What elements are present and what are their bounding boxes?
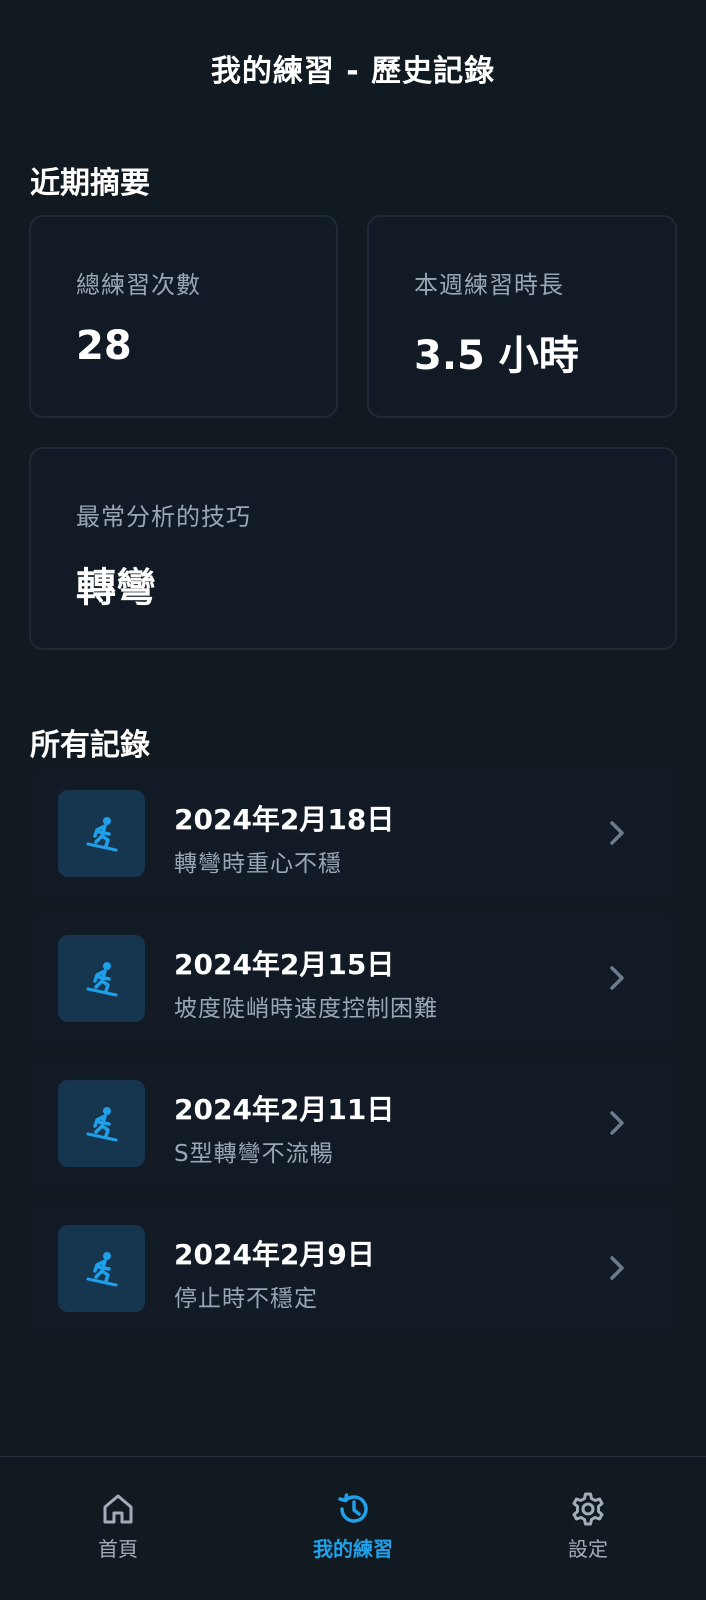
top-skill-card: 最常分析的技巧 轉彎 (29, 447, 677, 650)
chevron-right-icon (610, 1111, 624, 1135)
records-section-title: 所有記錄 (30, 728, 150, 763)
history-icon (338, 1493, 368, 1523)
chevron-right-icon (610, 1256, 624, 1280)
snowboarder-icon (86, 816, 117, 851)
top-skill-value: 轉彎 (76, 565, 156, 611)
record-description: 坡度陡峭時速度控制困難 (174, 996, 438, 1022)
chevron-right-icon (610, 966, 624, 990)
nav-item-my-practice[interactable]: 我的練習 (273, 1457, 433, 1600)
record-item[interactable]: 2024年2月9日 停止時不穩定 (29, 1203, 677, 1333)
record-description: S型轉彎不流暢 (174, 1141, 334, 1167)
total-sessions-card: 總練習次數 28 (29, 215, 338, 418)
practice-history-screen: 我的練習 - 歷史記錄 近期摘要 總練習次數 28 本週練習時長 3.5 小時 … (0, 0, 706, 1600)
total-sessions-label: 總練習次數 (76, 271, 201, 299)
record-thumbnail (58, 1225, 145, 1312)
record-date: 2024年2月15日 (174, 948, 395, 981)
top-skill-label: 最常分析的技巧 (76, 503, 251, 531)
nav-item-home[interactable]: 首頁 (38, 1457, 198, 1600)
record-item[interactable]: 2024年2月18日 轉彎時重心不穩 (29, 768, 677, 898)
record-date: 2024年2月11日 (174, 1093, 395, 1126)
record-date: 2024年2月18日 (174, 803, 395, 836)
page-title: 我的練習 - 歷史記錄 (210, 54, 496, 89)
nav-label-home: 首頁 (98, 1537, 138, 1561)
nav-item-settings[interactable]: 設定 (508, 1457, 668, 1600)
weekly-duration-value: 3.5 小時 (414, 333, 579, 379)
bottom-navigation: 首頁 我的練習 設定 (0, 1456, 706, 1600)
weekly-duration-label: 本週練習時長 (414, 271, 564, 299)
weekly-duration-card: 本週練習時長 3.5 小時 (367, 215, 677, 418)
record-thumbnail (58, 1080, 145, 1167)
record-item[interactable]: 2024年2月11日 S型轉彎不流暢 (29, 1058, 677, 1188)
chevron-right-icon (610, 821, 624, 845)
snowboarder-icon (86, 1251, 117, 1286)
record-description: 停止時不穩定 (174, 1286, 318, 1312)
nav-label-settings: 設定 (568, 1537, 608, 1561)
snowboarder-icon (86, 961, 117, 996)
summary-section-title: 近期摘要 (30, 166, 150, 201)
snowboarder-icon (86, 1106, 117, 1141)
record-thumbnail (58, 935, 145, 1022)
home-icon (103, 1494, 133, 1524)
total-sessions-value: 28 (76, 323, 132, 369)
record-thumbnail (58, 790, 145, 877)
nav-label-my-practice: 我的練習 (313, 1537, 393, 1561)
gear-icon (572, 1492, 604, 1526)
record-date: 2024年2月9日 (174, 1238, 375, 1271)
record-description: 轉彎時重心不穩 (174, 851, 342, 877)
record-item[interactable]: 2024年2月15日 坡度陡峭時速度控制困難 (29, 913, 677, 1043)
